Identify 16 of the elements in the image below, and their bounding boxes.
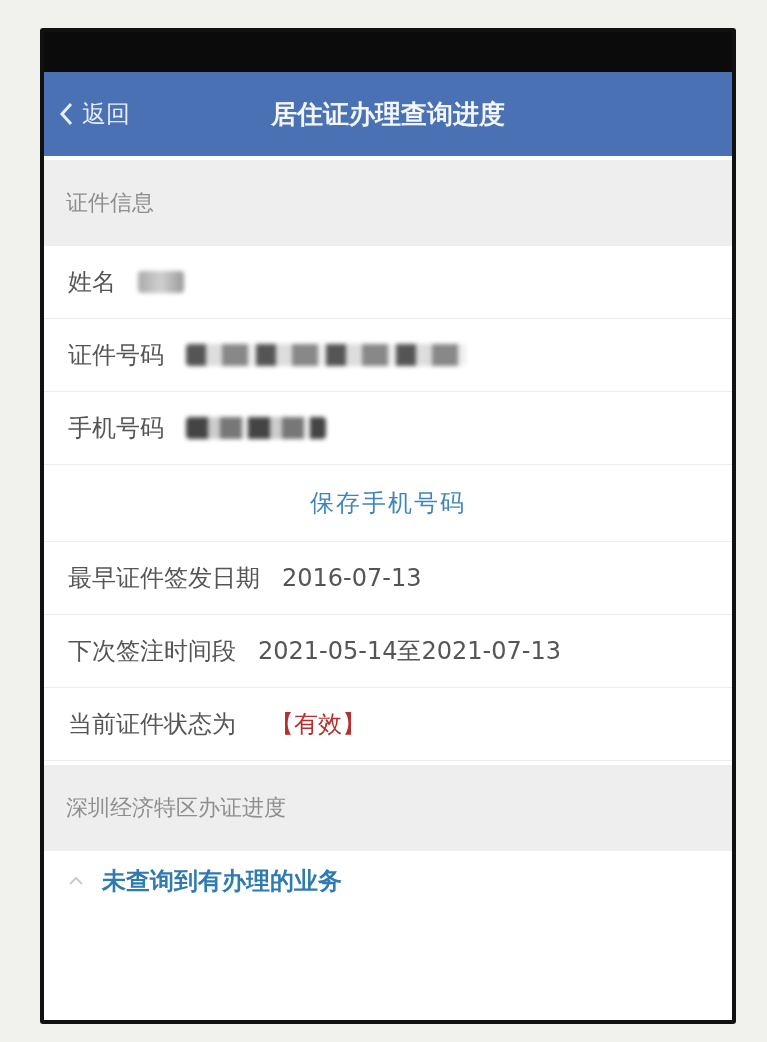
redacted-value bbox=[138, 271, 184, 293]
back-chevron-icon[interactable] bbox=[58, 101, 74, 127]
section-title: 证件信息 bbox=[66, 189, 154, 217]
field-value: 2021-05-14至2021-07-13 bbox=[258, 636, 561, 667]
field-label: 手机号码 bbox=[68, 413, 164, 444]
section-title: 深圳经济特区办证进度 bbox=[66, 794, 286, 822]
page-title: 居住证办理查询进度 bbox=[271, 98, 505, 129]
status-value: 【有效】 bbox=[270, 709, 366, 740]
field-label: 下次签注时间段 bbox=[68, 636, 236, 667]
result-message: 未查询到有办理的业务 bbox=[102, 866, 342, 897]
field-label: 最早证件签发日期 bbox=[68, 563, 260, 594]
field-value: 2016-07-13 bbox=[282, 564, 422, 592]
back-button[interactable]: 返回 bbox=[44, 98, 130, 130]
field-label: 证件号码 bbox=[68, 340, 164, 371]
field-label: 当前证件状态为 bbox=[68, 709, 236, 740]
field-label: 姓名 bbox=[68, 267, 116, 298]
